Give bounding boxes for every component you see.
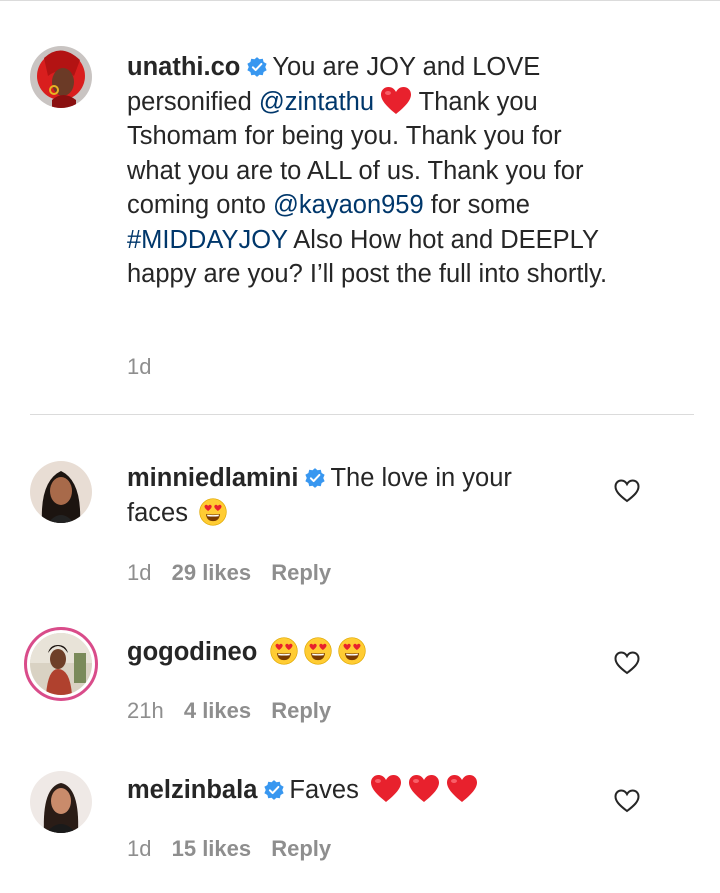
comment-meta: 1d 15 likes Reply [127,836,345,862]
likes-count[interactable]: 4 likes [184,698,251,723]
heart-outline-icon[interactable] [614,651,640,675]
timestamp: 21h [127,698,164,723]
avatar[interactable] [30,461,92,523]
caption-text: unathi.co You are JOY and LOVE personifie… [127,50,612,292]
comment-text: gogodineo [127,635,557,670]
red-heart-emoji [380,86,412,116]
verified-badge-icon [304,467,326,489]
comment-username[interactable]: gogodineo [127,638,257,666]
heart-outline-icon[interactable] [614,479,640,503]
caption-meta: 1d [127,354,165,380]
mention-link[interactable]: @kayaon959 [273,191,424,219]
red-heart-emoji [408,774,440,804]
caption-username[interactable]: unathi.co [127,53,240,81]
comments-screen: unathi.co You are JOY and LOVE personifie… [0,0,720,893]
reply-button[interactable]: Reply [271,836,331,861]
reply-button[interactable]: Reply [271,560,331,585]
hashtag-link[interactable]: #MIDDAYJOY [127,226,288,254]
comment-meta: 21h 4 likes Reply [127,698,345,724]
comment-text: melzinbala Faves [127,773,557,808]
comment-body: Faves [289,776,359,804]
avatar[interactable] [24,627,98,701]
timestamp: 1d [127,560,152,585]
timestamp: 1d [127,354,152,379]
likes-count[interactable]: 15 likes [172,836,252,861]
heart-outline-icon[interactable] [614,789,640,813]
reply-button[interactable]: Reply [271,698,331,723]
heart-eyes-emoji [338,637,366,665]
verified-badge-icon [263,779,285,801]
comment-meta: 1d 29 likes Reply [127,560,345,586]
heart-eyes-emoji [199,498,227,526]
likes-count[interactable]: 29 likes [172,560,252,585]
timestamp: 1d [127,836,152,861]
avatar[interactable] [30,46,92,108]
divider [30,414,694,415]
verified-badge-icon [246,56,268,78]
mention-link[interactable]: @zintathu [259,88,374,116]
comment-text: minniedlamini The love in your faces [127,461,557,530]
caption-text-part: for some [423,191,530,219]
heart-eyes-emoji [304,637,332,665]
red-heart-emoji [446,774,478,804]
heart-eyes-emoji [270,637,298,665]
comment-username[interactable]: melzinbala [127,776,257,804]
comment-username[interactable]: minniedlamini [127,464,298,492]
red-heart-emoji [370,774,402,804]
avatar[interactable] [30,771,92,833]
